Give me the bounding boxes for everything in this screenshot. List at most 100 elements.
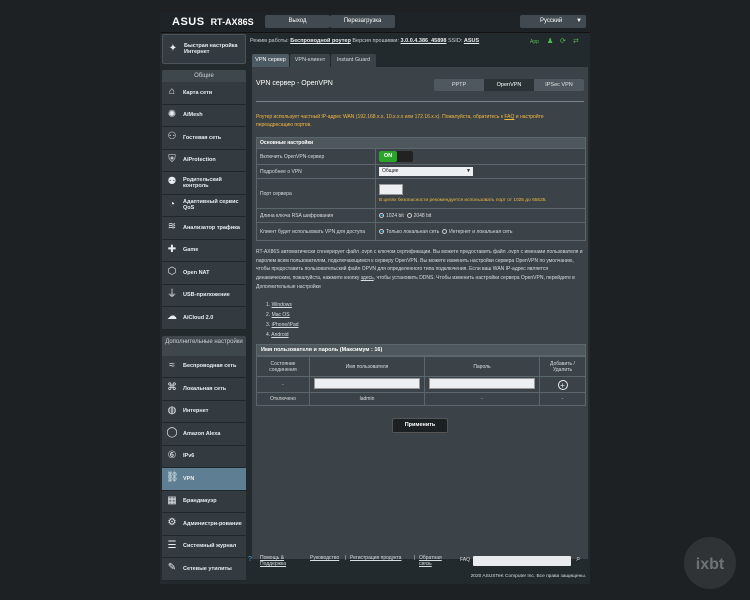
copyright: 2020 ASUSTeK Computer Inc. Все права защ… [470,574,586,579]
lan-icon: ⌘ [167,382,177,393]
tab-vpn-client[interactable]: VPN-клиент [290,54,330,67]
user-name: ladmin [309,392,425,406]
gamepad-icon: ✚ [167,243,177,255]
globe-icon: ◍ [167,404,177,416]
lan-only-radio[interactable] [379,228,384,234]
basic-settings-table: Основные настройки Включить OpenVPN-серв… [256,137,586,241]
separator: | [345,555,347,561]
users-table: Состояние соединения Имя пользователя Па… [256,356,586,406]
open-nat-icon: ⬡ [167,266,177,277]
network-map-icon: ⌂ [168,86,176,97]
feedback-link[interactable]: Обратная связь [419,555,453,567]
sidebar-item-label: Amazon Alexa [183,430,221,437]
col-password: Пароль [424,356,540,377]
sidebar-item-label: Адаптивный сервис QoS [183,199,239,211]
admin-icon: ⚙ [167,517,177,528]
rsa-label: Длина ключа RSA шифрования [256,208,376,223]
sidebar-item-traffic-analyzer[interactable]: ≋ Анализатор трафика [162,217,246,240]
tab-vpn-server[interactable]: VPN сервер [252,54,289,67]
sidebar-item-label: AiProtection [183,157,216,163]
register-link[interactable]: Регистрация продукта [350,555,401,561]
windows-link[interactable]: Windows [272,302,292,308]
sidebar-item-guest-network[interactable]: ⚇ Гостевая сеть [162,127,246,150]
sidebar-item-admin[interactable]: ⚙ Администри-рование [162,513,246,536]
tab-instant-guard[interactable]: Instant Guard [331,54,376,67]
toggle-on-label: ON [379,151,397,162]
ssid-value[interactable]: ASUS [464,38,479,44]
segment-pptp[interactable]: PPTP [434,79,484,91]
segment-openvpn[interactable]: OpenVPN [484,79,534,91]
ddns-link[interactable]: здесь [361,275,374,281]
sidebar-item-alexa[interactable]: ◯ Amazon Alexa [162,423,246,446]
rsa-2048-radio[interactable] [406,212,412,218]
help-support-link[interactable]: Помощь & Поддержка [260,555,302,567]
firmware-label: Версия прошивки: [352,38,399,44]
internet-lan-radio[interactable] [442,228,448,234]
sidebar-item-qos[interactable]: ◔ Адаптивный сервис QoS [162,194,246,217]
sidebar-item-parental-control[interactable]: ⚉ Родительский контроль [162,172,246,195]
sidebar-item-shield[interactable]: ⛨ AiProtection [162,149,246,172]
person-icon[interactable]: ♟ [547,35,553,49]
app-label[interactable]: App [530,35,539,49]
port-forwarding-note: Роутер использует частный IP-адрес WAN (… [256,113,582,129]
apply-button[interactable]: Применить [392,418,448,433]
password-input[interactable] [429,378,535,389]
search-icon[interactable]: ⌕ [576,554,580,564]
rsa-1024-label: 1024 bit [386,212,404,219]
qos-icon: ◔ [168,198,176,210]
sidebar-item-lan[interactable]: ⌘ Локальная сеть [162,378,246,401]
segment-ipsec[interactable]: IPSec VPN [534,79,584,91]
wand-icon: ✦ [168,43,178,54]
enable-toggle[interactable]: ON [379,151,413,162]
quick-setup-button[interactable]: ✦ Быстрая настройка Интернет [162,34,246,64]
sidebar-item-ipv6[interactable]: ⑥ IPv6 [162,445,246,468]
sidebar-item-wifi[interactable]: ≈ Беспроводная сеть [162,355,246,378]
sidebar-item-network-map[interactable]: ⌂ Карта сети [162,82,246,105]
logout-button[interactable]: Выход [265,15,330,28]
reboot-button[interactable]: Перезагрузка [330,15,395,28]
sidebar-item-usb[interactable]: ⏚ USB-приложение [162,284,246,307]
sidebar-item-label: AiMesh [183,112,203,118]
mode-value[interactable]: Беспроводной роутер [290,38,351,44]
details-value: Общие [382,168,399,174]
rsa-1024-radio[interactable] [379,212,384,218]
main-panel: VPN сервер - OpenVPN PPTP OpenVPN IPSec … [252,67,588,559]
sidebar-item-label: Брандмауэр [183,498,217,504]
note-text-a: Роутер использует частный IP-адрес WAN (… [256,114,503,120]
basic-settings-title: Основные настройки [256,137,586,149]
alexa-icon: ◯ [166,427,178,438]
col-add-remove: Добавить / Удалить [539,356,586,377]
sidebar-item-firewall[interactable]: ▦ Брандмауэр [162,490,246,513]
port-input[interactable] [379,184,403,195]
manual-link[interactable]: Руководство [310,555,339,561]
sidebar-item-label: Администри-рование [183,520,242,527]
sidebar-item-globe[interactable]: ◍ Интернет [162,400,246,423]
watermark-text: ixbt [696,556,725,573]
sidebar-item-label: VPN [183,475,195,482]
usb-status-icon[interactable]: ⇄ [573,35,579,49]
sidebar-item-vpn[interactable]: ⛓ VPN [162,468,246,491]
faq-link[interactable]: FAQ [504,114,514,120]
sidebar-item-label: AiCloud 2.0 [183,314,214,321]
brand-text: ASUS [172,16,205,28]
sidebar-item-label: IPv6 [183,453,195,459]
os-guide-list: 1. Windows 2. Mac OS 3. iPhone/iPad 4. A… [266,300,299,340]
network-status-icon[interactable]: ⟳ [560,35,566,49]
macos-link[interactable]: Mac OS [272,312,290,318]
sidebar-item-label: Гостевая сеть [183,134,222,141]
sidebar-item-gamepad[interactable]: ✚ Game [162,239,246,262]
language-select[interactable]: Русский ▼ [520,15,586,28]
faq-search-input[interactable] [473,556,571,566]
details-select[interactable]: Общие ▼ [379,167,473,176]
iphone-link[interactable]: iPhone/iPad [272,322,299,328]
android-link[interactable]: Android [271,332,288,338]
sidebar-item-cloud[interactable]: ☁ AiCloud 2.0 [162,307,246,330]
sidebar-item-open-nat[interactable]: ⬡ Open NAT [162,262,246,285]
language-value: Русский [540,18,563,24]
port-warning: В целях безопасности рекомендуется испол… [379,198,547,203]
firmware-value[interactable]: 3.0.0.4.386_45898 [401,38,447,44]
add-user-button[interactable]: + [557,379,568,390]
user-password: - [424,392,540,406]
username-input[interactable] [314,378,420,389]
sidebar-item-aimesh[interactable]: ✺ AiMesh [162,104,246,127]
